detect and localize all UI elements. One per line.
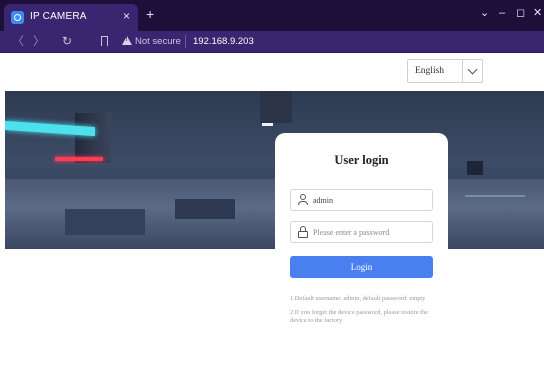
banner-block — [65, 209, 145, 235]
tab-title: IP CAMERA — [30, 11, 87, 22]
login-button[interactable]: Login — [290, 256, 433, 278]
chevron-down-icon — [467, 64, 478, 75]
close-tab-icon[interactable]: × — [123, 10, 130, 22]
browser-tab-bar: IP CAMERA × + ⌄ – ◻ ✕ — [0, 0, 544, 31]
security-label[interactable]: Not secure — [135, 36, 181, 47]
close-window-icon[interactable]: ✕ — [533, 8, 542, 19]
warning-icon[interactable] — [122, 36, 132, 45]
language-select[interactable]: English — [407, 59, 483, 83]
bookmark-icon[interactable] — [101, 36, 108, 46]
login-card: User login Login 1.Default username: adm… — [275, 133, 448, 373]
password-input[interactable] — [313, 222, 428, 242]
new-tab-icon[interactable]: + — [146, 7, 154, 21]
username-field[interactable] — [290, 189, 433, 211]
language-selected: English — [415, 66, 445, 76]
tab-search-icon[interactable]: ⌄ — [480, 8, 489, 19]
banner-cube — [467, 161, 483, 175]
user-icon — [297, 194, 309, 206]
minimize-icon[interactable]: – — [499, 8, 505, 19]
banner-red-glow — [55, 157, 103, 161]
hint-restore-factory: 2.If you forget the device password, ple… — [290, 309, 428, 324]
banner-pillar — [260, 91, 292, 123]
page-content: English User login Login 1.Def — [0, 53, 544, 373]
url-divider — [185, 35, 186, 48]
username-input[interactable] — [313, 190, 428, 210]
forward-icon[interactable]: 〉 — [33, 35, 45, 47]
banner-cube — [75, 113, 111, 163]
address-bar: 〈 〉 ↻ Not secure 192.168.9.203 — [0, 31, 544, 53]
banner-block — [175, 199, 235, 219]
browser-tab[interactable]: IP CAMERA × — [4, 4, 138, 31]
banner-floor-line — [465, 195, 525, 197]
url-text[interactable]: 192.168.9.203 — [193, 36, 254, 47]
reload-icon[interactable]: ↻ — [62, 35, 72, 47]
select-divider — [462, 60, 463, 82]
lock-icon — [297, 226, 309, 238]
back-icon[interactable]: 〈 — [12, 35, 24, 47]
maximize-icon[interactable]: ◻ — [516, 8, 525, 19]
hint-default-credentials: 1.Default username: admin, default passw… — [290, 295, 426, 302]
password-field[interactable] — [290, 221, 433, 243]
camera-favicon-icon — [11, 11, 24, 24]
banner-light — [262, 123, 273, 126]
login-title: User login — [334, 153, 389, 167]
